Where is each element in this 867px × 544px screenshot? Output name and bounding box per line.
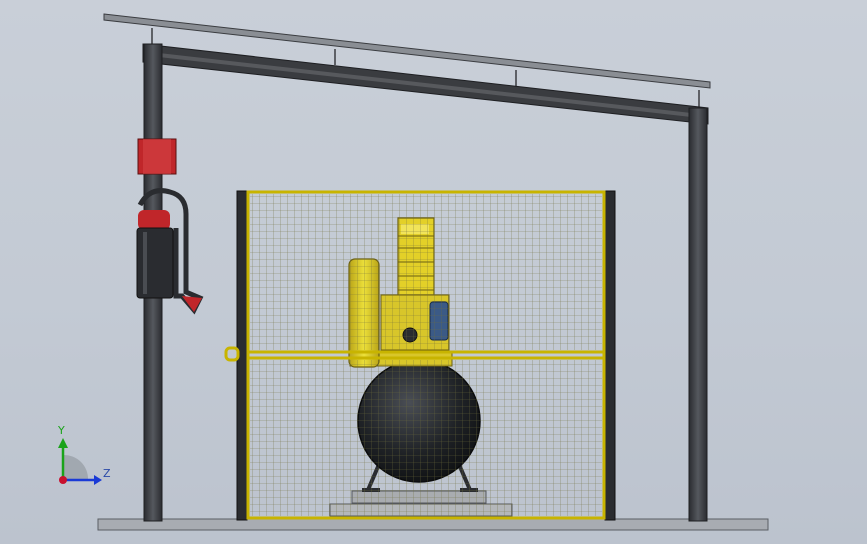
fire-extinguisher-sign [137, 138, 177, 175]
triad-y-label: Y [58, 424, 65, 437]
model-scene [58, 13, 769, 531]
cad-viewport[interactable]: Y Z [0, 0, 867, 544]
triad-z-label: Z [103, 467, 111, 480]
cage-door-handle [224, 346, 240, 362]
right-post [688, 107, 708, 522]
view-triad [58, 438, 102, 485]
triad-origin [59, 476, 67, 484]
floor-plate [97, 518, 769, 531]
cage-right-post [604, 190, 616, 521]
